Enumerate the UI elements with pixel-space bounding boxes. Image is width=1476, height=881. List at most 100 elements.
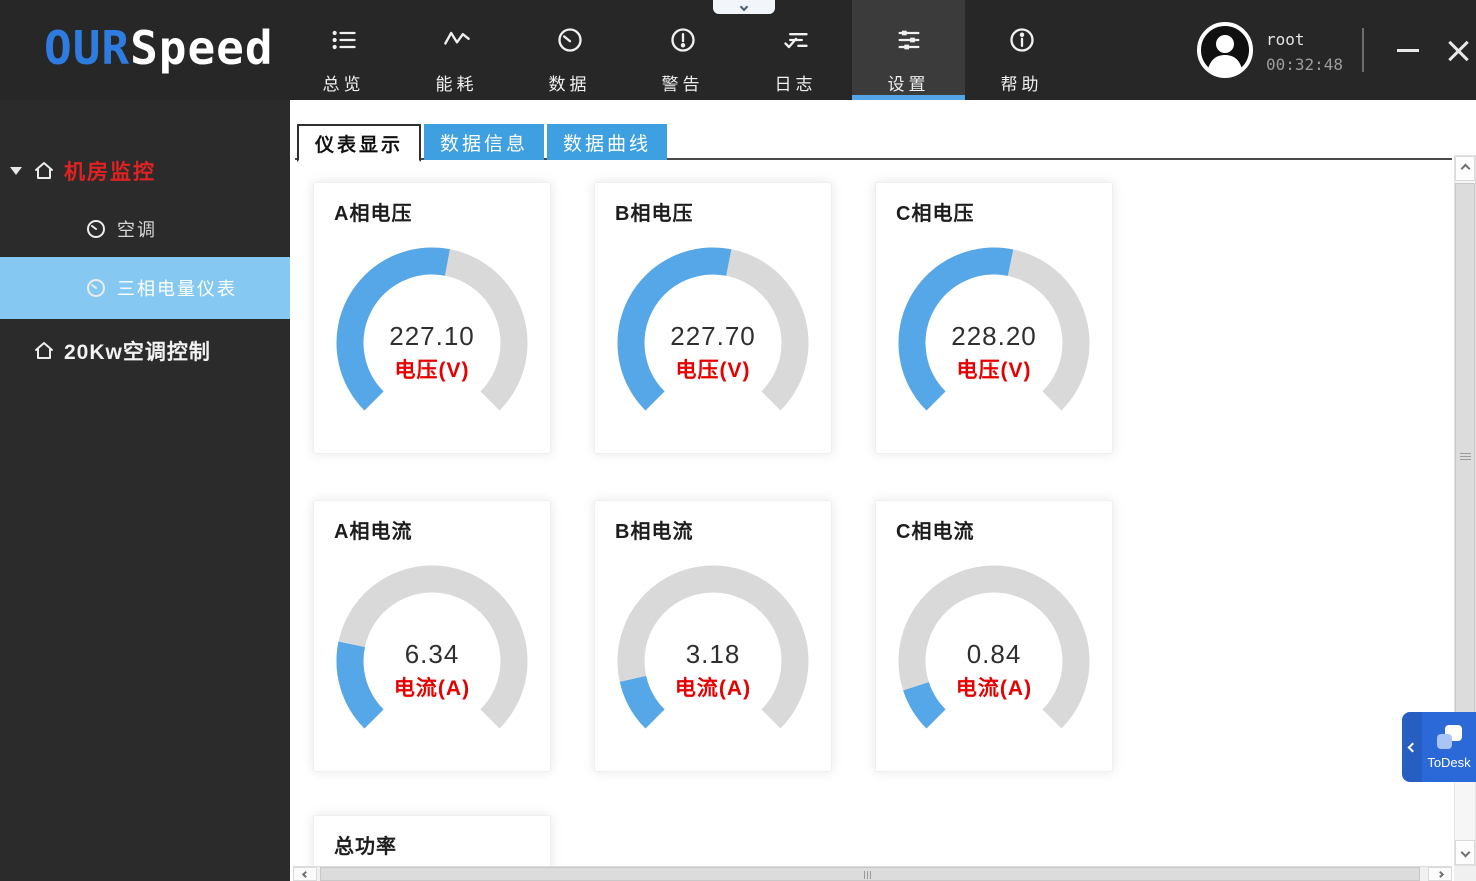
scrollbar-grip-icon bbox=[864, 871, 871, 879]
dashboard-scroll-area: A相电压 227.10 电压(V) B相电压 227.70 电压(V) C相电压… bbox=[290, 162, 1454, 866]
gauge-icon bbox=[84, 276, 108, 300]
tab-data-info[interactable]: 数据信息 bbox=[424, 124, 545, 160]
sidebar-item-20kw-ac-control[interactable]: 20Kw空调控制 bbox=[0, 328, 290, 374]
todesk-logo-icon bbox=[1437, 725, 1462, 749]
sliders-icon bbox=[895, 26, 923, 54]
gauge-card-title: A相电压 bbox=[334, 203, 413, 225]
gauge-card-title: B相电压 bbox=[615, 203, 694, 225]
scrollbar-grip-icon bbox=[1460, 451, 1471, 462]
tab-bar: 仪表显示 数据信息 数据曲线 bbox=[297, 124, 668, 162]
gauge-card: C相电压 228.20 电压(V) bbox=[875, 182, 1113, 454]
scrollbar-corner bbox=[1454, 866, 1476, 881]
chevron-down-icon bbox=[739, 2, 749, 12]
nav-item-alerts[interactable]: 警告 bbox=[626, 0, 739, 100]
sidebar: 机房监控 空调 三相电量仪表 20Kw空调控制 bbox=[0, 100, 290, 881]
user-info: root 00:32:48 bbox=[1266, 30, 1343, 74]
alert-circle-icon bbox=[669, 26, 697, 54]
gauge-value: 227.70 bbox=[670, 321, 756, 351]
gauge-card: A相电流 6.34 电流(A) bbox=[313, 500, 551, 772]
main-content: 仪表显示 数据信息 数据曲线 A相电压 227.10 电压(V) B相电压 22… bbox=[290, 100, 1476, 881]
user-avatar[interactable] bbox=[1197, 22, 1253, 78]
info-circle-icon bbox=[1008, 26, 1036, 54]
chevron-left-icon bbox=[301, 870, 309, 878]
sidebar-item-room-monitor[interactable]: 机房监控 bbox=[0, 148, 290, 194]
gauge-unit-label: 电流(A) bbox=[955, 677, 1033, 700]
gauge-chart: 6.34 电流(A) bbox=[314, 545, 550, 755]
scroll-right-button[interactable] bbox=[1428, 867, 1452, 881]
minimize-button[interactable] bbox=[1388, 30, 1428, 70]
scroll-up-button[interactable] bbox=[1455, 156, 1475, 181]
tab-meter-display[interactable]: 仪表显示 bbox=[297, 124, 422, 162]
toolbar-collapse-handle[interactable] bbox=[713, 0, 775, 14]
gauge-card-title: A相电流 bbox=[334, 521, 413, 543]
list-icon bbox=[330, 26, 358, 54]
power-card: 总功率 bbox=[313, 815, 551, 866]
nav-label: 警告 bbox=[661, 75, 704, 94]
nav-item-data[interactable]: 数据 bbox=[513, 0, 626, 100]
gauge-chart: 228.20 电压(V) bbox=[876, 227, 1112, 437]
tab-data-curve[interactable]: 数据曲线 bbox=[547, 124, 668, 160]
close-icon bbox=[1447, 39, 1469, 61]
chevron-down-icon bbox=[1460, 847, 1470, 858]
caret-down-icon[interactable] bbox=[10, 167, 22, 175]
gauge-value: 227.10 bbox=[389, 321, 475, 351]
sidebar-item-label: 20Kw空调控制 bbox=[64, 341, 211, 364]
nav-item-settings[interactable]: 设置 bbox=[852, 0, 965, 100]
gauge-card-title: C相电流 bbox=[896, 521, 975, 543]
logo-suffix: Speed bbox=[130, 21, 274, 75]
horizontal-scrollbar[interactable] bbox=[293, 866, 1452, 881]
gauge-value: 6.34 bbox=[404, 639, 460, 669]
chevron-right-icon bbox=[1436, 870, 1444, 878]
top-nav: 总览 能耗 数据 警告 日志 设置 帮助 bbox=[287, 0, 1078, 100]
scroll-left-button[interactable] bbox=[293, 867, 317, 881]
gauge-chart: 3.18 电流(A) bbox=[595, 545, 831, 755]
gauge-chart: 0.84 电流(A) bbox=[876, 545, 1112, 755]
vertical-scrollbar-thumb[interactable] bbox=[1455, 183, 1475, 729]
gauge-unit-label: 电压(V) bbox=[394, 359, 470, 382]
nav-label: 帮助 bbox=[1000, 75, 1043, 94]
power-card-title: 总功率 bbox=[334, 836, 397, 858]
nav-label: 总览 bbox=[322, 75, 365, 94]
app-logo: OURSpeed bbox=[44, 21, 274, 75]
nav-item-overview[interactable]: 总览 bbox=[287, 0, 400, 100]
chevron-up-icon bbox=[1460, 163, 1470, 174]
logo-prefix: OUR bbox=[44, 21, 131, 75]
todesk-widget[interactable]: ToDesk bbox=[1402, 712, 1476, 782]
gauge-unit-label: 电流(A) bbox=[674, 677, 752, 700]
gauge-value: 3.18 bbox=[685, 639, 741, 669]
log-icon bbox=[782, 26, 810, 54]
gauge-chart: 227.70 电压(V) bbox=[595, 227, 831, 437]
gauge-icon bbox=[84, 217, 108, 241]
sidebar-item-ac[interactable]: 空调 bbox=[0, 206, 290, 252]
gauge-card: C相电流 0.84 电流(A) bbox=[875, 500, 1113, 772]
gauge-icon bbox=[556, 26, 584, 54]
nav-label: 能耗 bbox=[435, 75, 478, 94]
nav-item-help[interactable]: 帮助 bbox=[965, 0, 1078, 100]
gauge-card-title: C相电压 bbox=[896, 203, 975, 225]
sidebar-item-label: 空调 bbox=[117, 220, 157, 240]
sidebar-item-three-phase-meter[interactable]: 三相电量仪表 bbox=[0, 257, 290, 319]
chevron-left-icon bbox=[1407, 742, 1417, 752]
gauge-card: B相电压 227.70 电压(V) bbox=[594, 182, 832, 454]
gauge-card: B相电流 3.18 电流(A) bbox=[594, 500, 832, 772]
todesk-expand-handle[interactable] bbox=[1402, 712, 1422, 782]
sidebar-item-label: 三相电量仪表 bbox=[117, 279, 237, 299]
gauge-unit-label: 电流(A) bbox=[393, 677, 471, 700]
scroll-down-button[interactable] bbox=[1455, 840, 1475, 865]
todesk-body: ToDesk bbox=[1422, 712, 1476, 782]
horizontal-scrollbar-thumb[interactable] bbox=[320, 867, 1420, 881]
divider bbox=[1362, 28, 1364, 72]
close-button[interactable] bbox=[1438, 30, 1476, 70]
nav-item-logs[interactable]: 日志 bbox=[739, 0, 852, 100]
home-icon bbox=[32, 159, 56, 183]
user-name: root bbox=[1266, 30, 1305, 49]
gauge-value: 0.84 bbox=[966, 639, 1022, 669]
nav-label: 日志 bbox=[774, 75, 817, 94]
session-time: 00:32:48 bbox=[1266, 55, 1344, 74]
home-icon bbox=[32, 339, 56, 363]
nav-item-energy[interactable]: 能耗 bbox=[400, 0, 513, 100]
gauge-card-title: B相电流 bbox=[615, 521, 694, 543]
nav-label: 设置 bbox=[887, 75, 930, 94]
gauge-chart: 227.10 电压(V) bbox=[314, 227, 550, 437]
gauge-card: A相电压 227.10 电压(V) bbox=[313, 182, 551, 454]
